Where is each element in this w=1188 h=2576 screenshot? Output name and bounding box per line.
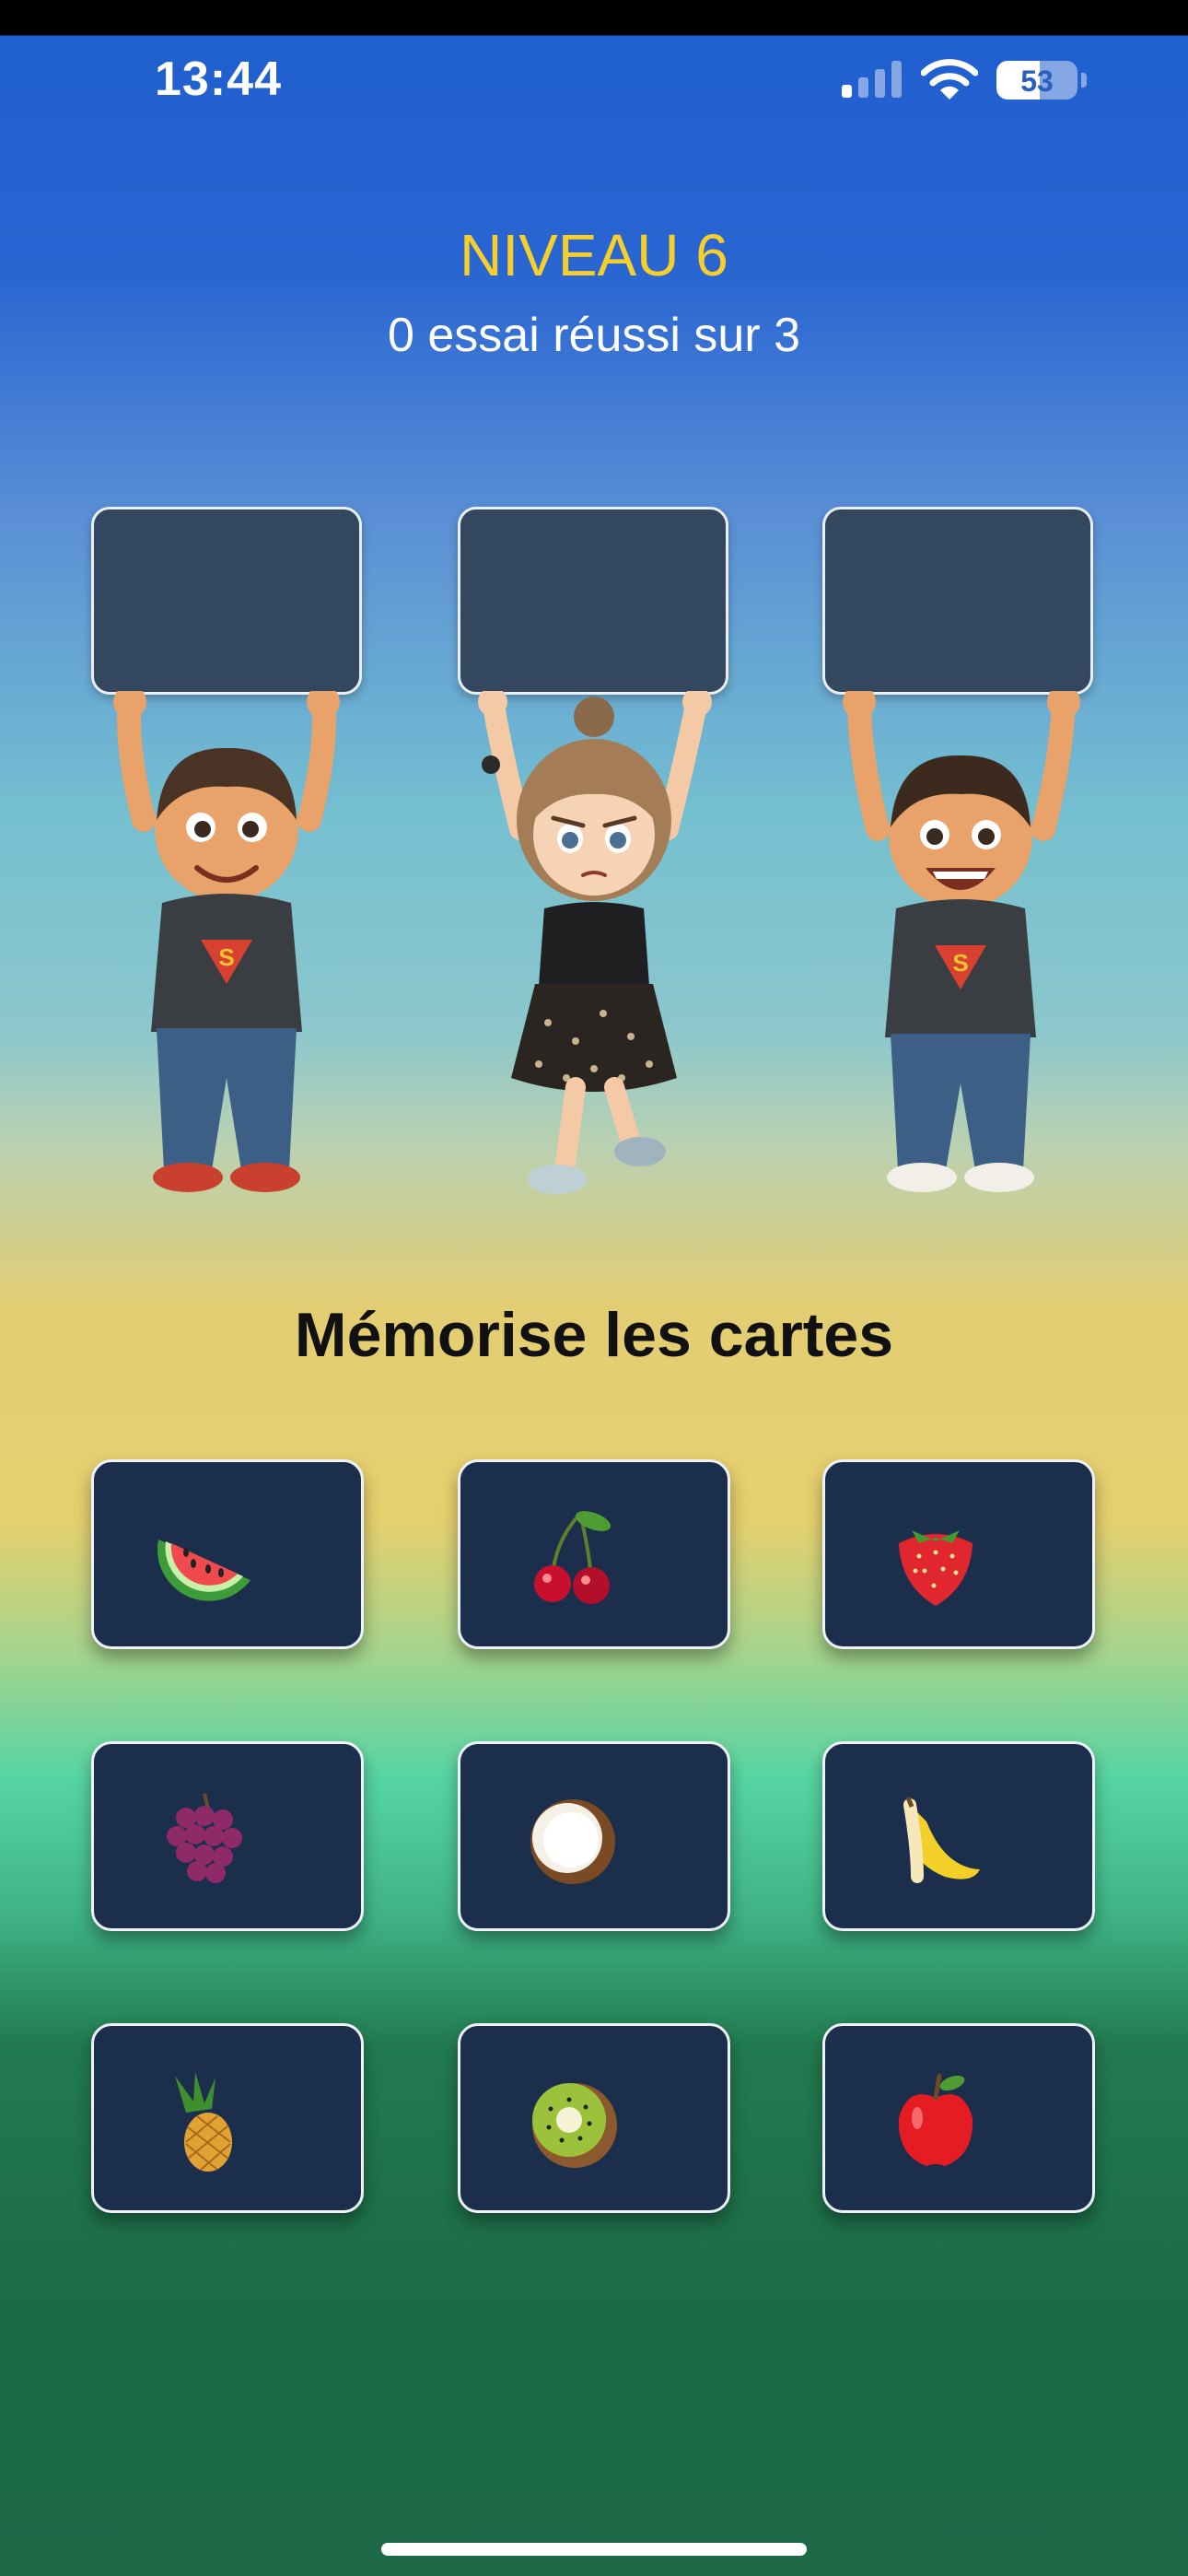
cellular-signal-icon: [842, 61, 906, 98]
memory-card-3[interactable]: [822, 1459, 1095, 1649]
strawberry-icon: [880, 1503, 991, 1613]
pineapple-icon: [149, 2067, 260, 2177]
memory-card-4[interactable]: [91, 1741, 364, 1931]
svg-text:S: S: [952, 949, 968, 977]
battery-cap: [1081, 73, 1087, 88]
watermelon-icon: [149, 1503, 260, 1613]
signboard-middle: [458, 507, 728, 695]
memory-card-7[interactable]: [91, 2023, 364, 2213]
home-indicator[interactable]: [381, 2543, 807, 2556]
battery-percentage: 53: [1020, 64, 1054, 98]
cherries-icon: [516, 1503, 626, 1613]
memory-card-9[interactable]: [822, 2023, 1095, 2213]
level-title: NIVEAU 6: [460, 222, 728, 288]
banana-icon: [880, 1785, 991, 1895]
memory-card-1[interactable]: [91, 1459, 364, 1649]
signboard-left: [91, 507, 362, 695]
girl-character-middle-illustration: [456, 691, 732, 1225]
apple-icon: [880, 2067, 991, 2177]
boy-character-left-illustration: S: [88, 691, 365, 1225]
battery-icon: 53: [996, 61, 1077, 100]
memory-card-2[interactable]: [458, 1459, 730, 1649]
kiwi-icon: [516, 2067, 626, 2177]
coconut-icon: [516, 1785, 626, 1895]
grapes-icon: [149, 1785, 260, 1895]
signboard-right: [822, 507, 1093, 695]
memorize-instruction: Mémorise les cartes: [294, 1300, 894, 1370]
memory-card-5[interactable]: [458, 1741, 730, 1931]
memory-card-6[interactable]: [822, 1741, 1095, 1931]
status-time: 13:44: [155, 53, 282, 106]
boy-character-right-illustration: S: [822, 691, 1099, 1225]
attempts-counter: 0 essai réussi sur 3: [388, 309, 800, 362]
svg-text:S: S: [218, 943, 234, 971]
status-bar: 13:44 53: [0, 35, 1188, 127]
memory-card-8[interactable]: [458, 2023, 730, 2213]
wifi-icon: [920, 57, 979, 101]
